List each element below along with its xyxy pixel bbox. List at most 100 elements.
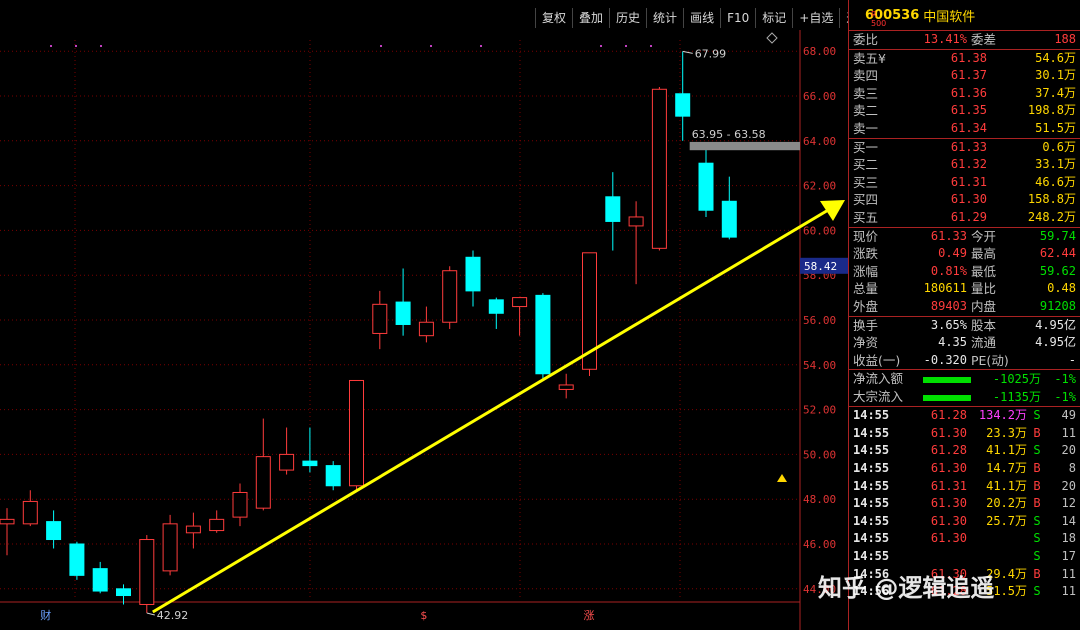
quote-label-2: 最高: [971, 246, 997, 262]
tick-row[interactable]: 14:55 61.30 23.3万 B 11: [849, 425, 1080, 443]
y-tick-label: 52.00: [803, 404, 836, 417]
bid-row: 买三 61.31 46.6万: [849, 174, 1080, 192]
toolbar-overlay-button[interactable]: 叠加: [572, 8, 609, 28]
candle-body[interactable]: [22, 500, 38, 525]
candle-body[interactable]: [372, 303, 388, 334]
candle-body[interactable]: [535, 294, 551, 375]
toolbar-mark-button[interactable]: 标记: [755, 8, 792, 28]
quote-label: 涨跌: [853, 246, 879, 262]
candle-body[interactable]: [465, 256, 481, 292]
stats-label: 收益(一): [853, 352, 901, 368]
bid-volume: 0.6万: [1042, 139, 1076, 154]
stats-row: 换手 3.65% 股本 4.95亿: [849, 317, 1080, 335]
tick-side: S: [1033, 513, 1041, 528]
quote-value-2: 62.44: [1039, 246, 1076, 261]
tick-count: 8: [1068, 461, 1076, 476]
candle-body[interactable]: [418, 321, 434, 337]
quote-value: 0.49: [938, 246, 967, 261]
toolbar-history-button[interactable]: 历史: [609, 8, 646, 28]
candle-body[interactable]: [139, 539, 155, 605]
bid-volume: 46.6万: [1035, 174, 1076, 189]
tick-row[interactable]: 14:55 61.30 S 18: [849, 530, 1080, 548]
toolbar-f10-button[interactable]: F10: [720, 8, 755, 28]
candle-body[interactable]: [162, 523, 178, 572]
low-label: 42.92: [157, 609, 189, 622]
tick-row[interactable]: 14:55 S 17: [849, 548, 1080, 566]
r500-flag: R 500: [871, 10, 887, 28]
chart-toolbar: 复权 叠加 历史 统计 画线 F10 标记 +自选 返回: [535, 8, 876, 28]
stock-header: R 500 600536 中国软件: [849, 0, 1080, 30]
bid-row: 买一 61.33 0.6万: [849, 139, 1080, 157]
tick-price: 61.28: [930, 408, 967, 423]
stats-value: 4.35: [938, 335, 967, 350]
ask-volume: 37.4万: [1035, 85, 1076, 100]
tick-count: 49: [1061, 408, 1076, 423]
quote-label-2: 量比: [971, 281, 997, 297]
candle-body[interactable]: [92, 568, 108, 592]
ask-book: 卖五¥ 61.38 54.6万 卖四 61.37 30.1万 卖三 61.36 37.4万 卖二 6…: [849, 50, 1080, 138]
ask-row: 卖五¥ 61.38 54.6万: [849, 50, 1080, 68]
stats-row: 收益(一) -0.320 PE(动) -: [849, 352, 1080, 370]
candle-body[interactable]: [651, 88, 667, 249]
candle-body[interactable]: [302, 460, 318, 467]
candle-body[interactable]: [279, 453, 295, 471]
watermark: 知乎 @逻辑追遥: [818, 574, 995, 602]
tick-row[interactable]: 14:55 61.31 41.1万 B 20: [849, 478, 1080, 496]
tick-row[interactable]: 14:55 61.28 134.2万 S 49: [849, 407, 1080, 425]
toolbar-fuquan-button[interactable]: 复权: [535, 8, 572, 28]
candle-body[interactable]: [209, 518, 225, 532]
stats-value: 3.65%: [930, 317, 967, 332]
tick-volume: 14.7万: [986, 461, 1027, 476]
candle-body[interactable]: [255, 456, 271, 509]
candle-body[interactable]: [558, 384, 574, 390]
candle-body[interactable]: [442, 270, 458, 323]
tick-count: 20: [1061, 443, 1076, 458]
tick-row[interactable]: 14:55 61.28 41.1万 S 20: [849, 442, 1080, 460]
stats-row: 净资 4.35 流通 4.95亿: [849, 334, 1080, 352]
quote-value: 0.81%: [930, 263, 967, 278]
candle-body[interactable]: [675, 93, 691, 117]
ask-row: 卖三 61.36 37.4万: [849, 85, 1080, 103]
candle-body[interactable]: [395, 301, 411, 325]
candle-body[interactable]: [488, 299, 504, 314]
tick-volume: 25.7万: [986, 513, 1027, 528]
toolbar-stats-button[interactable]: 统计: [646, 8, 683, 28]
candlestick-chart[interactable]: 44.0046.0048.0050.0052.0054.0056.0058.00…: [0, 30, 848, 630]
tick-row[interactable]: 14:55 61.30 25.7万 S 14: [849, 513, 1080, 531]
tick-side: S: [1033, 584, 1041, 599]
candle-body[interactable]: [185, 525, 201, 534]
tick-row[interactable]: 14:55 61.30 20.2万 B 12: [849, 495, 1080, 513]
ask-row: 卖一 61.34 51.5万: [849, 120, 1080, 138]
candle-body[interactable]: [116, 588, 131, 597]
candle-body[interactable]: [628, 216, 644, 227]
candle-body[interactable]: [69, 543, 85, 576]
tick-side: B: [1033, 496, 1041, 511]
toolbar-add-watchlist-button[interactable]: +自选: [792, 8, 839, 28]
candle-body[interactable]: [605, 196, 621, 222]
bid-price: 61.33: [950, 139, 987, 154]
candle-body[interactable]: [721, 200, 737, 238]
candle-body[interactable]: [325, 465, 341, 487]
tick-side: S: [1033, 408, 1041, 423]
toolbar-draw-button[interactable]: 画线: [683, 8, 720, 28]
tick-side: S: [1033, 443, 1041, 458]
candle-body[interactable]: [512, 297, 528, 308]
quote-label-2: 最低: [971, 263, 997, 279]
candle-body[interactable]: [46, 521, 62, 541]
tick-row[interactable]: 14:55 61.30 14.7万 B 8: [849, 460, 1080, 478]
candle-body[interactable]: [698, 162, 714, 211]
stats-value-2: -: [1068, 352, 1076, 367]
bid-row: 买二 61.32 33.1万: [849, 156, 1080, 174]
y-tick-label: 50.00: [803, 448, 836, 461]
bid-label: 买一: [853, 139, 879, 155]
order-diff-label: 委差: [971, 32, 997, 47]
tick-side: B: [1033, 566, 1041, 581]
capital-flow-block: 净流入额 -1025万 -1% 大宗流入 -1135万 -1%: [849, 370, 1080, 406]
tick-count: 18: [1061, 531, 1076, 546]
flow-row: 大宗流入 -1135万 -1%: [849, 388, 1080, 406]
candle-body[interactable]: [232, 491, 248, 518]
quote-label: 总量: [853, 281, 879, 297]
candle-body[interactable]: [349, 379, 364, 487]
candle-body[interactable]: [0, 518, 15, 525]
tick-time: 14:55: [853, 461, 890, 476]
